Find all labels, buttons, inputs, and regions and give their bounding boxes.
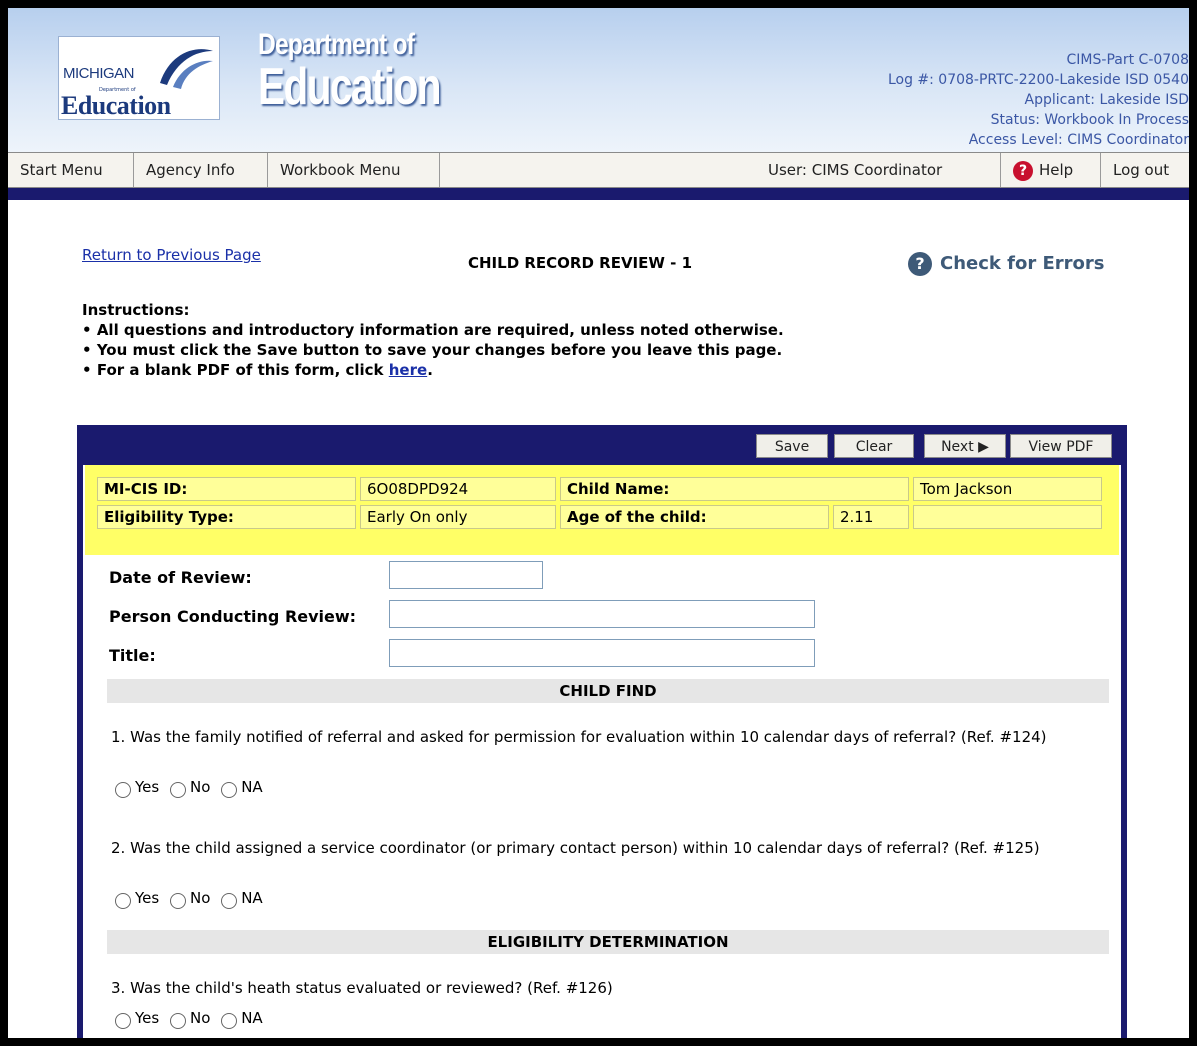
child-info-table: MI-CIS ID: 6O08DPD924 Child Name: Tom Ja… xyxy=(93,473,1106,533)
q1-na-radio[interactable]: NA xyxy=(221,778,263,798)
check-errors-label: Check for Errors xyxy=(940,253,1105,274)
child-name-value: Tom Jackson xyxy=(913,477,1102,501)
person-review-input[interactable] xyxy=(389,600,815,628)
radio-icon xyxy=(170,1013,186,1029)
department-title: Department of Education xyxy=(258,28,491,116)
question-2-options: Yes No NA xyxy=(115,889,269,909)
section-child-find: CHILD FIND xyxy=(107,679,1109,703)
date-review-input[interactable] xyxy=(389,561,543,589)
q2-yes-radio[interactable]: Yes xyxy=(115,889,159,909)
radio-icon xyxy=(221,893,238,909)
question-2: 2. Was the child assigned a service coor… xyxy=(111,839,1040,857)
q1-no-radio[interactable]: No xyxy=(170,778,210,798)
radio-icon xyxy=(170,782,186,798)
q1-yes-radio[interactable]: Yes xyxy=(115,778,159,798)
empty-cell xyxy=(913,505,1102,529)
instruction-item: For a blank PDF of this form, click here… xyxy=(82,360,784,380)
review-form-panel: Save Clear Next ▶ View PDF MI-CIS ID: 6O… xyxy=(77,425,1127,1038)
instructions: Instructions: All questions and introduc… xyxy=(82,300,784,380)
q3-no-radio[interactable]: No xyxy=(170,1009,210,1029)
workbook-status: CIMS-Part C-0708 Log #: 0708-PRTC-2200-L… xyxy=(888,50,1189,150)
eligibility-label: Eligibility Type: xyxy=(97,505,356,529)
radio-icon xyxy=(115,782,131,798)
child-name-label: Child Name: xyxy=(560,477,909,501)
nav-start-menu[interactable]: Start Menu xyxy=(8,153,134,187)
instruction-item: You must click the Save button to save y… xyxy=(82,340,784,360)
radio-icon xyxy=(221,1013,238,1029)
top-nav: Start Menu Agency Info Workbook Menu Use… xyxy=(8,152,1189,188)
micis-value: 6O08DPD924 xyxy=(360,477,556,501)
title-input[interactable] xyxy=(389,639,815,667)
check-errors-button[interactable]: ? Check for Errors xyxy=(908,252,1105,276)
section-eligibility: ELIGIBILITY DETERMINATION xyxy=(107,930,1109,954)
question-icon: ? xyxy=(908,252,932,276)
q2-no-radio[interactable]: No xyxy=(170,889,210,909)
help-label: Help xyxy=(1039,161,1074,179)
age-value: 2.11 xyxy=(833,505,909,529)
person-review-label: Person Conducting Review: xyxy=(109,607,357,626)
q2-na-radio[interactable]: NA xyxy=(221,889,263,909)
title-label: Title: xyxy=(109,646,156,665)
instructions-heading: Instructions: xyxy=(82,301,190,319)
user-label: User: CIMS Coordinator xyxy=(768,161,943,179)
radio-icon xyxy=(115,1013,131,1029)
michigan-education-logo: MICHIGAN Department of Education xyxy=(58,36,220,120)
radio-icon xyxy=(170,893,186,909)
status-line: Applicant: Lakeside ISD xyxy=(1024,92,1189,108)
eligibility-value: Early On only xyxy=(360,505,556,529)
child-info-box: MI-CIS ID: 6O08DPD924 Child Name: Tom Ja… xyxy=(85,465,1119,555)
form-body: MI-CIS ID: 6O08DPD924 Child Name: Tom Ja… xyxy=(83,465,1121,1038)
help-icon: ? xyxy=(1013,160,1033,181)
return-previous-link[interactable]: Return to Previous Page xyxy=(82,246,261,264)
page-title: CHILD RECORD REVIEW - 1 xyxy=(468,254,693,272)
dept-line1: Department of xyxy=(258,28,415,61)
dept-line2: Education xyxy=(258,58,442,116)
view-pdf-button[interactable]: View PDF xyxy=(1010,434,1112,458)
next-button[interactable]: Next ▶ xyxy=(924,434,1006,458)
q3-yes-radio[interactable]: Yes xyxy=(115,1009,159,1029)
status-line: Access Level: CIMS Coordinator xyxy=(968,132,1189,148)
clear-button[interactable]: Clear xyxy=(834,434,914,458)
q3-na-radio[interactable]: NA xyxy=(221,1009,263,1029)
swoosh-icon xyxy=(160,49,213,89)
browser-frame: MICHIGAN Department of Education Departm… xyxy=(8,8,1189,1038)
status-line: Status: Workbook In Process xyxy=(990,112,1189,128)
question-1-options: Yes No NA xyxy=(115,778,269,798)
radio-icon xyxy=(115,893,131,909)
question-1: 1. Was the family notified of referral a… xyxy=(111,728,1047,746)
header-banner: MICHIGAN Department of Education Departm… xyxy=(8,8,1189,152)
age-label: Age of the child: xyxy=(560,505,829,529)
question-3: 3. Was the child's heath status evaluate… xyxy=(111,979,613,997)
date-review-label: Date of Review: xyxy=(109,568,252,587)
blank-pdf-link[interactable]: here xyxy=(389,361,427,379)
logo-state: MICHIGAN xyxy=(63,65,135,82)
instruction-item: All questions and introductory informati… xyxy=(82,320,784,340)
save-button[interactable]: Save xyxy=(756,434,828,458)
status-line: CIMS-Part C-0708 xyxy=(1066,52,1189,68)
micis-label: MI-CIS ID: xyxy=(97,477,356,501)
nav-agency-info[interactable]: Agency Info xyxy=(134,153,268,187)
nav-workbook-menu[interactable]: Workbook Menu xyxy=(268,153,440,187)
status-line: Log #: 0708-PRTC-2200-Lakeside ISD 0540 xyxy=(887,72,1189,88)
nav-underline-band xyxy=(8,188,1189,200)
nav-help[interactable]: ? Help xyxy=(1000,153,1100,187)
question-3-options: Yes No NA xyxy=(115,1009,269,1029)
radio-icon xyxy=(221,782,238,798)
nav-logout[interactable]: Log out xyxy=(1100,153,1189,187)
logo-name: Education xyxy=(61,91,171,120)
